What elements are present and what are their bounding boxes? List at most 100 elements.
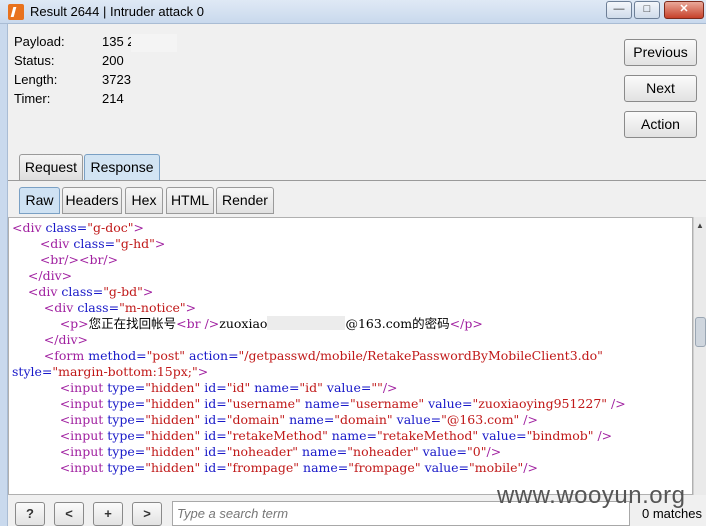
code-token: <br /> [176, 316, 220, 331]
code-line: <input type="hidden" id="frompage" name=… [12, 460, 626, 476]
code-token: "domain" [334, 412, 397, 427]
code-token: <form [43, 348, 89, 363]
code-token: name= [303, 460, 349, 475]
title-bar: Result 2644 | Intruder attack 0 — □ ✕ [0, 0, 706, 24]
scroll-up-icon[interactable]: ▲ [696, 221, 704, 230]
code-token: /> [382, 380, 398, 395]
code-token: name= [302, 444, 348, 459]
next-button[interactable]: Next [624, 75, 697, 102]
code-token: id= [204, 412, 227, 427]
code-token: id= [204, 460, 227, 475]
vertical-scrollbar[interactable]: ▲ [693, 217, 706, 495]
code-token: value= [422, 444, 468, 459]
window-border [0, 24, 8, 526]
code-token: type= [107, 396, 146, 411]
payload-label: Payload: [14, 34, 65, 49]
code-token: "hidden" [145, 412, 205, 427]
code-token: action= [189, 348, 239, 363]
code-token: type= [107, 444, 146, 459]
code-token: <input [59, 412, 108, 427]
code-token: /> [611, 396, 626, 411]
code-token: > [185, 300, 197, 315]
length-value: 3723 [102, 72, 131, 87]
response-code: <div class="g-doc"> <div class="g-hd"> <… [12, 220, 626, 476]
code-token: > [142, 284, 154, 299]
code-line: <input type="hidden" id="id" name="id" v… [12, 380, 626, 396]
code-line: <div class="g-doc"> [12, 220, 626, 236]
code-token: type= [107, 428, 146, 443]
code-token: id= [204, 428, 227, 443]
code-token: /> [597, 428, 613, 443]
code-token: "@163.com" [441, 412, 524, 427]
code-token: "post" [146, 348, 190, 363]
code-token: id= [204, 380, 227, 395]
burp-app-icon [8, 4, 24, 20]
code-token: /> [523, 412, 538, 427]
code-token: <input [59, 396, 108, 411]
code-token: <input [59, 380, 108, 395]
code-token: > [154, 236, 166, 251]
code-token: "noheader" [347, 444, 423, 459]
code-token: class= [61, 284, 104, 299]
code-token: value= [424, 460, 469, 475]
code-token: type= [107, 380, 146, 395]
code-token: <input [59, 428, 108, 443]
timer-value: 214 [102, 91, 124, 106]
code-line: style="margin-bottom:15px;"> [12, 364, 626, 380]
tab-request[interactable]: Request [19, 154, 83, 180]
add-button[interactable]: + [93, 502, 123, 526]
code-token: "hidden" [145, 380, 205, 395]
code-token: style= [12, 364, 53, 379]
tab-raw[interactable]: Raw [19, 187, 60, 214]
code-token: "0" [467, 444, 487, 459]
code-token: /> [486, 444, 502, 459]
action-button[interactable]: Action [624, 111, 697, 138]
code-token: "noheader" [226, 444, 303, 459]
next-match-button[interactable]: > [132, 502, 162, 526]
code-token: "g-doc" [87, 220, 134, 235]
length-label: Length: [14, 72, 58, 87]
code-token: type= [107, 460, 146, 475]
code-token: > [197, 364, 209, 379]
code-token: id= [204, 396, 227, 411]
close-button[interactable]: ✕ [664, 1, 704, 19]
code-token: "frompage" [226, 460, 304, 475]
code-line: <input type="hidden" id="username" name=… [12, 396, 626, 412]
timer-label: Timer: [14, 91, 51, 106]
minimize-button[interactable]: — [606, 1, 632, 19]
code-token: "frompage" [348, 460, 425, 475]
tab-render[interactable]: Render [216, 187, 274, 214]
code-token: /> [523, 460, 538, 475]
code-token: "hidden" [145, 444, 205, 459]
code-line: <input type="hidden" id="noheader" name=… [12, 444, 626, 460]
code-token: "hidden" [145, 460, 205, 475]
tab-hex[interactable]: Hex [125, 187, 163, 214]
maximize-button[interactable]: □ [634, 1, 660, 19]
previous-button[interactable]: Previous [624, 39, 697, 66]
redaction-mask [131, 34, 177, 52]
code-token: value= [326, 380, 372, 395]
code-token: class= [45, 220, 88, 235]
code-token: "username" [350, 396, 429, 411]
scroll-thumb[interactable] [695, 317, 706, 347]
code-token: "id" [226, 380, 255, 395]
code-token: name= [289, 412, 335, 427]
code-token: <div [12, 220, 46, 235]
code-token: value= [396, 412, 442, 427]
tab-headers[interactable]: Headers [62, 187, 122, 214]
code-token: <p> [59, 316, 89, 331]
previous-match-button[interactable]: < [54, 502, 84, 526]
code-line: <div class="g-hd"> [12, 236, 626, 252]
response-raw-view[interactable]: <div class="g-doc"> <div class="g-hd"> <… [8, 217, 693, 495]
tab-response[interactable]: Response [84, 154, 160, 180]
code-token: "zuoxiaoying951227" [472, 396, 612, 411]
code-token: method= [88, 348, 147, 363]
code-token: @163.com的密码 [345, 316, 450, 331]
code-token: <div [43, 300, 78, 315]
code-token: "margin-bottom:15px;" [52, 364, 198, 379]
code-line: <div class="m-notice"> [12, 300, 626, 316]
help-button[interactable]: ? [15, 502, 45, 526]
code-token: "hidden" [145, 428, 205, 443]
tab-html[interactable]: HTML [166, 187, 214, 214]
code-token: "" [371, 380, 383, 395]
